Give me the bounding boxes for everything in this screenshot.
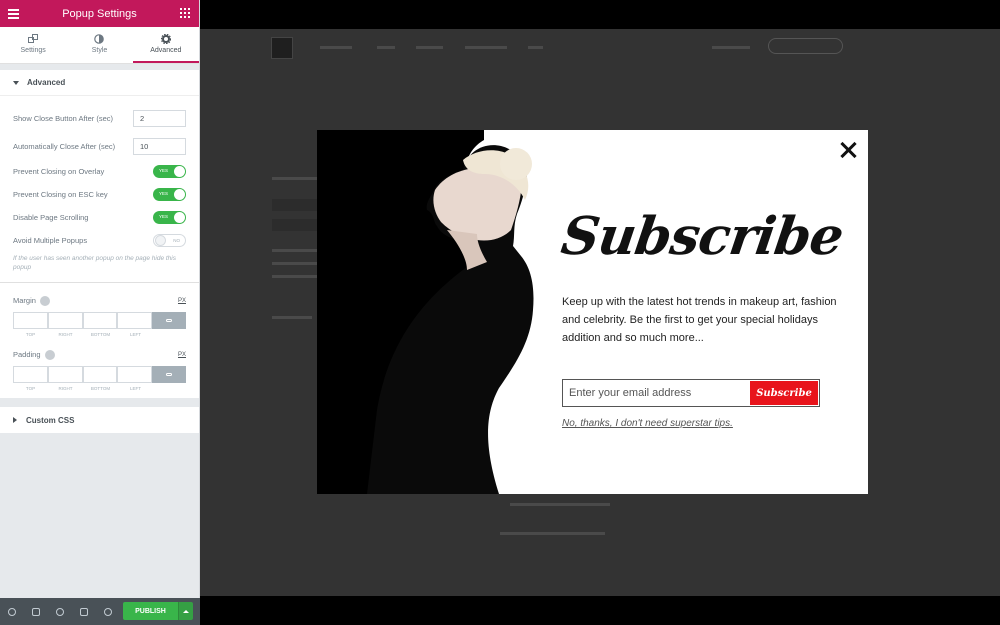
padding-label-row: Padding PX xyxy=(13,350,186,361)
background-text xyxy=(272,249,317,252)
margin-captions: TOP RIGHT BOTTOM LEFT xyxy=(25,332,141,338)
padding-left-input[interactable] xyxy=(117,366,153,384)
nav-item xyxy=(465,46,507,49)
margin-right-input[interactable] xyxy=(47,312,83,330)
margin-bottom-input[interactable] xyxy=(82,312,118,330)
editor-panel: Popup Settings Settings Style Advanced A… xyxy=(0,0,200,625)
prevent-esc-toggle[interactable]: YES xyxy=(153,188,186,201)
nav-item xyxy=(416,46,443,49)
tab-style[interactable]: Style xyxy=(66,27,132,63)
custom-css-section-toggle[interactable]: Custom CSS xyxy=(0,407,199,434)
preview-eye-icon[interactable] xyxy=(96,598,120,625)
preview-top-bar xyxy=(200,0,1000,29)
caret-right-icon xyxy=(13,417,17,424)
nav-item xyxy=(712,46,750,49)
navigator-layers-icon[interactable] xyxy=(24,598,48,625)
decline-link[interactable]: No, thanks, I don't need superstar tips. xyxy=(562,418,733,429)
caret-up-icon xyxy=(183,609,189,613)
background-link xyxy=(272,316,312,319)
nav-cta-button xyxy=(768,38,843,54)
close-icon[interactable] xyxy=(838,140,858,160)
advanced-section-toggle[interactable]: Advanced xyxy=(0,70,199,96)
margin-top-input[interactable] xyxy=(13,312,48,330)
popup-heading: Subscribe xyxy=(557,206,847,267)
popup-description: Keep up with the latest hot trends in ma… xyxy=(562,296,837,344)
prevent-overlay-control: Prevent Closing on Overlay YES xyxy=(0,160,199,183)
margin-left-input[interactable] xyxy=(117,312,153,330)
subscribe-button[interactable]: Subscribe xyxy=(750,381,818,405)
responsive-icon[interactable] xyxy=(39,296,50,307)
nav-item xyxy=(377,46,395,49)
link-icon xyxy=(166,373,173,377)
background-eyebrow xyxy=(272,177,322,180)
background-text xyxy=(272,262,317,265)
padding-right-input[interactable] xyxy=(47,366,83,384)
avoid-multiple-control: Avoid Multiple Popups NO xyxy=(0,229,199,252)
responsive-icon[interactable] xyxy=(44,350,55,361)
background-link xyxy=(500,532,605,535)
prevent-esc-control: Prevent Closing on ESC key YES xyxy=(0,183,199,206)
settings-layout-icon xyxy=(28,34,39,43)
panel-footer: PUBLISH xyxy=(0,598,200,625)
history-icon[interactable] xyxy=(48,598,72,625)
settings-gear-icon[interactable] xyxy=(0,598,24,625)
nav-item xyxy=(528,46,543,49)
background-text xyxy=(510,503,610,506)
background-text xyxy=(272,275,317,278)
padding-link-button[interactable] xyxy=(152,366,186,384)
model-portrait-image xyxy=(317,130,537,494)
close-button-delay-input[interactable] xyxy=(133,109,186,127)
preview-canvas: Subscribe Keep up with the latest hot tr… xyxy=(200,29,1000,596)
subscribe-popup: Subscribe Keep up with the latest hot tr… xyxy=(317,130,868,494)
site-navigation xyxy=(200,29,1000,65)
site-logo xyxy=(271,37,293,59)
padding-unit[interactable]: PX xyxy=(178,352,186,358)
auto-close-input[interactable] xyxy=(133,137,186,155)
link-icon xyxy=(166,319,173,323)
hamburger-menu-icon[interactable] xyxy=(8,9,19,21)
publish-options-button[interactable] xyxy=(178,602,193,620)
caret-down-icon xyxy=(13,80,19,85)
gear-icon xyxy=(160,34,171,44)
padding-bottom-input[interactable] xyxy=(82,366,118,384)
padding-top-input[interactable] xyxy=(13,366,48,384)
prevent-overlay-toggle[interactable]: YES xyxy=(153,165,186,178)
panel-tabs: Settings Style Advanced xyxy=(0,27,199,64)
avoid-multiple-toggle[interactable]: NO xyxy=(153,234,186,247)
panel-header: Popup Settings xyxy=(0,0,199,27)
preview-bottom-bar xyxy=(200,596,1000,625)
disable-scroll-toggle[interactable]: YES xyxy=(153,211,186,224)
responsive-mode-icon[interactable] xyxy=(72,598,96,625)
auto-close-control: Automatically Close After (sec) xyxy=(0,132,199,160)
panel-title: Popup Settings xyxy=(62,7,137,20)
close-button-delay-control: Show Close Button After (sec) xyxy=(0,104,199,132)
publish-button[interactable]: PUBLISH xyxy=(123,602,178,620)
margin-unit[interactable]: PX xyxy=(178,298,186,304)
advanced-section: Advanced Show Close Button After (sec) A… xyxy=(0,70,199,283)
tab-advanced[interactable]: Advanced xyxy=(132,27,199,63)
padding-captions: TOP RIGHT BOTTOM LEFT xyxy=(25,386,141,392)
margin-inputs xyxy=(0,312,199,330)
contrast-icon xyxy=(94,34,105,44)
padding-inputs xyxy=(0,366,199,384)
margin-link-button[interactable] xyxy=(152,312,186,330)
avoid-multiple-note: If the user has seen another popup on th… xyxy=(13,255,176,272)
disable-scroll-control: Disable Page Scrolling YES xyxy=(0,206,199,229)
background-heading xyxy=(272,199,317,211)
spacing-section: Margin PX TOP RIGHT BOTTOM LEFT Padding … xyxy=(0,282,199,399)
subscribe-form: Subscribe xyxy=(562,379,820,407)
nav-item xyxy=(320,46,352,49)
background-heading xyxy=(272,219,317,231)
email-input[interactable] xyxy=(563,380,749,406)
widgets-grid-icon[interactable] xyxy=(180,8,190,18)
tab-settings[interactable]: Settings xyxy=(0,27,66,63)
margin-label-row: Margin PX xyxy=(13,296,186,307)
